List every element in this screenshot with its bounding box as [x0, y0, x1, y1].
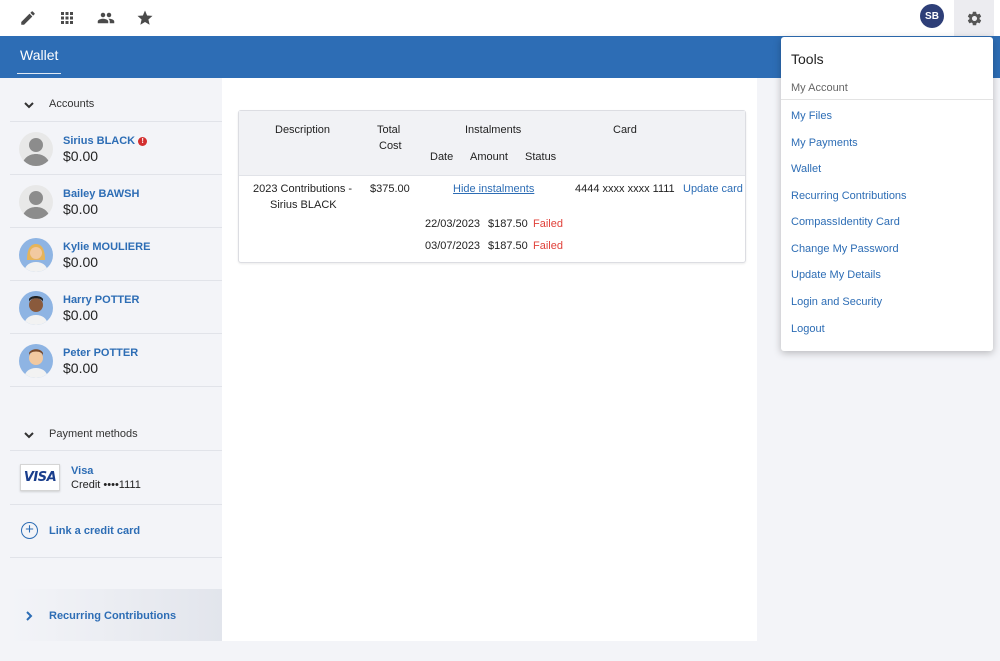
apps-grid-icon[interactable] — [55, 6, 79, 30]
avatar-placeholder — [19, 185, 53, 219]
account-name: Bailey BAWSH — [63, 188, 140, 200]
menu-item-my-files[interactable]: My Files — [791, 110, 832, 122]
card-detail: Credit ••••1111 — [71, 479, 141, 491]
row-description-line1: 2023 Contributions - — [253, 183, 353, 195]
recurring-contributions-nav[interactable]: Recurring Contributions — [10, 589, 236, 641]
instalment-date: 22/03/2023 — [425, 218, 481, 230]
account-item[interactable]: Harry POTTER $0.00 — [10, 281, 222, 333]
avatar-placeholder — [19, 132, 53, 166]
account-name: Peter POTTER — [63, 347, 139, 359]
sidebar: Accounts Sirius BLACK! $0.00 Bailey BAWS… — [10, 78, 236, 641]
avatar-male — [19, 291, 53, 325]
chevron-down-icon — [23, 428, 35, 440]
account-balance: $0.00 — [63, 307, 99, 323]
col-description: Description — [275, 124, 331, 136]
menu-item-logout[interactable]: Logout — [791, 323, 825, 335]
menu-item-compassidentity-card[interactable]: CompassIdentity Card — [791, 216, 900, 228]
payment-methods-section-toggle[interactable]: Payment methods — [10, 413, 222, 455]
recurring-contributions-label: Recurring Contributions — [49, 610, 177, 622]
menu-item-change-password[interactable]: Change My Password — [791, 243, 899, 255]
payments-table: Description Total Cost Instalments Date … — [238, 110, 746, 263]
account-name: Sirius BLACK! — [63, 135, 148, 147]
tools-title: Tools — [791, 51, 824, 67]
menu-item-my-payments[interactable]: My Payments — [791, 137, 858, 149]
chevron-right-icon — [23, 609, 35, 621]
payment-methods-heading: Payment methods — [49, 428, 138, 440]
update-card-link[interactable]: Update card — [683, 183, 743, 195]
account-item[interactable]: Kylie MOULIERE $0.00 — [10, 228, 222, 280]
avatar-female — [19, 238, 53, 272]
top-bar: SB — [0, 0, 1000, 36]
menu-item-wallet[interactable]: Wallet — [791, 163, 821, 175]
menu-item-recurring-contributions[interactable]: Recurring Contributions — [791, 190, 907, 202]
avatar-male — [19, 344, 53, 378]
account-balance: $0.00 — [63, 360, 99, 376]
main-content: Description Total Cost Instalments Date … — [222, 78, 757, 641]
account-balance: $0.00 — [63, 201, 99, 217]
row-card-number: 4444 xxxx xxxx 1111 — [575, 183, 675, 195]
col-instalments: Instalments — [465, 124, 522, 136]
col-status: Status — [525, 151, 557, 163]
link-credit-card-label: Link a credit card — [49, 525, 141, 537]
col-card: Card — [613, 124, 637, 136]
accounts-section-toggle[interactable]: Accounts — [10, 83, 222, 125]
add-circle-icon: + — [21, 522, 38, 539]
pencil-icon[interactable] — [16, 6, 40, 30]
account-item[interactable]: Peter POTTER $0.00 — [10, 334, 222, 386]
instalment-amount: $187.50 — [488, 240, 528, 252]
tools-subtitle: My Account — [791, 82, 848, 94]
col-date: Date — [430, 151, 454, 163]
user-avatar[interactable]: SB — [920, 4, 944, 28]
star-icon[interactable] — [133, 6, 157, 30]
table-header: Description Total Cost Instalments Date … — [239, 111, 745, 176]
card-brand: Visa — [71, 465, 94, 477]
menu-item-login-security[interactable]: Login and Security — [791, 296, 882, 308]
hide-instalments-link[interactable]: Hide instalments — [453, 183, 534, 195]
menu-item-update-details[interactable]: Update My Details — [791, 269, 881, 281]
chevron-down-icon — [23, 98, 35, 110]
accounts-heading: Accounts — [49, 98, 95, 110]
visa-logo: VISA — [20, 464, 60, 491]
row-description-line2: Sirius BLACK — [270, 199, 337, 211]
account-name: Harry POTTER — [63, 294, 140, 306]
instalment-amount: $187.50 — [488, 218, 528, 230]
col-amount: Amount — [470, 151, 508, 163]
account-balance: $0.00 — [63, 254, 99, 270]
account-name: Kylie MOULIERE — [63, 241, 151, 253]
people-icon[interactable] — [94, 6, 118, 30]
link-credit-card-button[interactable]: + Link a credit card — [10, 505, 222, 557]
error-icon: ! — [138, 137, 148, 146]
account-item[interactable]: Sirius BLACK! $0.00 — [10, 122, 222, 174]
tab-wallet[interactable]: Wallet — [17, 36, 62, 74]
payment-method-item[interactable]: VISA Visa Credit ••••1111 — [10, 451, 222, 503]
account-balance: $0.00 — [63, 148, 99, 164]
instalment-status: Failed — [533, 218, 563, 230]
instalment-status: Failed — [533, 240, 563, 252]
row-total-cost: $375.00 — [370, 183, 410, 195]
account-item[interactable]: Bailey BAWSH $0.00 — [10, 175, 222, 227]
col-total-cost-line1: Total — [377, 124, 401, 136]
gear-icon[interactable] — [954, 0, 994, 36]
instalment-date: 03/07/2023 — [425, 240, 481, 252]
col-total-cost-line2: Cost — [379, 140, 402, 152]
tools-dropdown: Tools My Account My Files My Payments Wa… — [781, 37, 993, 351]
